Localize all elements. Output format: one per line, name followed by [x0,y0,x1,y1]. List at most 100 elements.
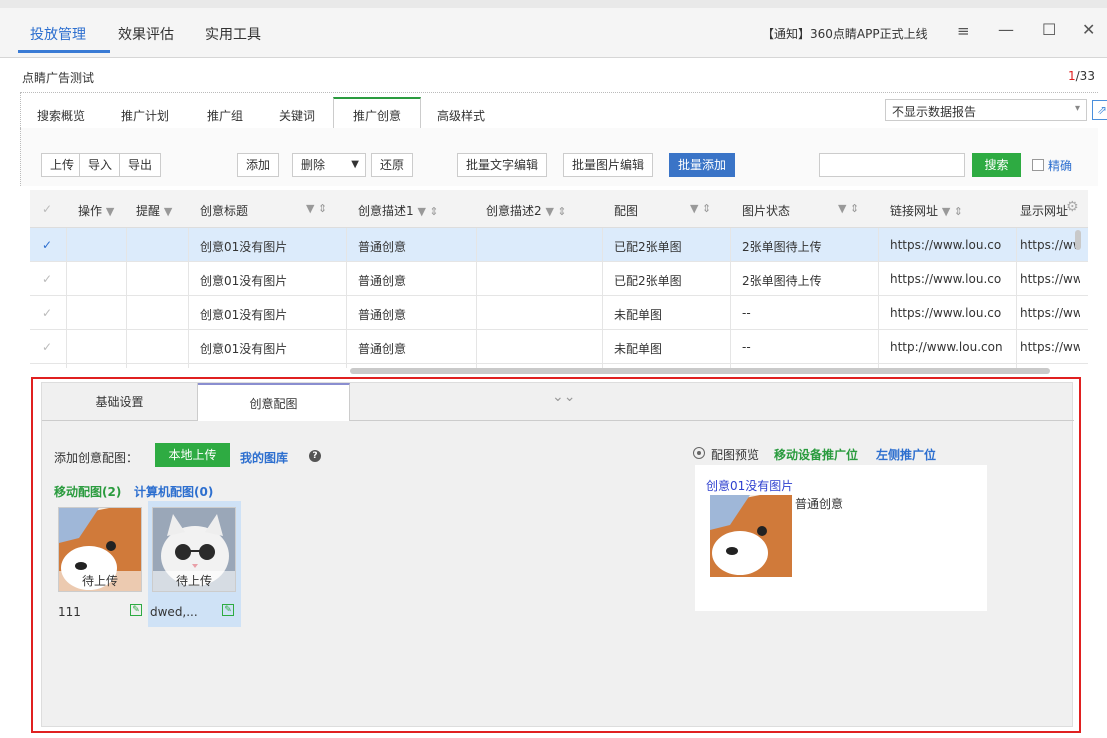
notice-link[interactable]: 【通知】360点睛APP正式上线 [762,25,928,42]
exact-label: 精确 [1048,159,1073,173]
pc-images-tab[interactable]: 计算机配图(0) [134,483,213,500]
tab-search-overview[interactable]: 搜索概览 [37,107,85,124]
gear-icon[interactable]: ⚙ [1066,199,1079,215]
col-link-url[interactable]: 链接网址 ▼ ⇕ [890,202,963,219]
filter-sort-icon: ▼ ⇕ [417,205,439,218]
external-link-icon[interactable]: ⇗ [1092,100,1107,120]
maximize-icon[interactable]: ☐ [1042,20,1056,39]
preview-eye-icon [693,447,705,459]
import-button[interactable]: 导入 [79,153,122,177]
menu-icon[interactable]: ≡ [957,22,970,40]
tab-creatives[interactable]: 推广创意 [333,97,421,130]
menu-item-utility-tools[interactable]: 实用工具 [205,24,261,44]
filter-sort-icon: ▼ ⇕ [545,205,567,218]
tab-divider [42,420,198,421]
col-divider [1016,228,1017,368]
cell-desc1: 普通创意 [358,274,407,288]
row-check-icon[interactable]: ✓ [42,306,52,320]
cell-link: https://www.lou.co [890,306,1002,320]
page-counter: 1/33 [1068,69,1095,83]
col-remind[interactable]: 提醒 ▼ [136,202,172,219]
creative-detail-panel: 基础设置 创意配图 ⌄⌄ 添加创意配图： 本地上传 我的图库 ? 移动配图(2)… [31,377,1081,733]
col-divider [66,228,67,368]
cell-display: https://ww [1020,272,1080,286]
tab-divider [350,420,1074,421]
mobile-images-tab[interactable]: 移动配图(2) [54,483,121,500]
report-select[interactable]: 不显示数据报告 ▾ [885,99,1087,121]
collapse-chevron-icon[interactable]: ⌄⌄ [552,389,575,405]
cell-link: https://www.lou.co [890,272,1002,286]
cell-desc1: 普通创意 [358,240,407,254]
image-thumbnail[interactable]: 待上传 [58,507,142,592]
batch-text-edit-button[interactable]: 批量文字编辑 [457,153,548,177]
col-title[interactable]: 创意标题 [200,202,248,219]
horizontal-scrollbar[interactable] [350,368,1050,374]
col-desc2[interactable]: 创意描述2 ▼ ⇕ [486,202,567,219]
exact-checkbox[interactable] [1032,159,1044,171]
search-button[interactable]: 搜索 [972,153,1021,177]
vertical-scrollbar[interactable] [1075,230,1081,250]
filter-sort-icon[interactable]: ▼ ⇕ [690,202,711,215]
tab-keywords[interactable]: 关键词 [279,107,315,124]
preview-dog-photo-icon [710,495,792,577]
batch-add-button[interactable]: 批量添加 [669,153,736,177]
main-tabs: 搜索概览 推广计划 推广组 关键词 推广创意 高级样式 不显示数据报告 ▾ ⇗ [20,92,1107,130]
filter-icon: ▼ [163,205,173,218]
help-icon[interactable]: ? [309,450,321,462]
tab-advanced-styles[interactable]: 高级样式 [437,107,485,124]
local-upload-button[interactable]: 本地上传 [155,443,230,467]
account-name: 点睛广告测试 [22,71,95,85]
batch-image-edit-button[interactable]: 批量图片编辑 [563,153,654,177]
cell-title: 创意01没有图片 [200,274,288,288]
cell-link: https://www.lou.co [890,238,1002,252]
delete-dropdown[interactable]: 删除 ▼ [292,153,366,177]
select-all-check-icon[interactable]: ✓ [42,202,52,216]
minimize-icon[interactable]: — [998,20,1014,39]
row-check-icon[interactable]: ✓ [42,272,52,286]
my-gallery-link[interactable]: 我的图库 [240,449,288,466]
col-operation[interactable]: 操作 ▼ [78,202,114,219]
preview-label: 配图预览 [711,448,760,462]
cell-display: https://ww [1020,306,1080,320]
panel-body: 基础设置 创意配图 ⌄⌄ 添加创意配图： 本地上传 我的图库 ? 移动配图(2)… [41,382,1074,727]
col-display-url[interactable]: 显示网址 [1020,202,1068,219]
filter-sort-icon[interactable]: ▼ ⇕ [306,202,327,215]
tab-campaigns[interactable]: 推广计划 [121,107,169,124]
col-desc1[interactable]: 创意描述1 ▼ ⇕ [358,202,439,219]
tab-creative-images[interactable]: 创意配图 [198,383,350,421]
filter-icon: ▼ [105,205,115,218]
col-image[interactable]: 配图 [614,202,638,219]
cell-image-status: 2张单图待上传 [742,274,822,288]
preview-mobile-link[interactable]: 移动设备推广位 [774,446,858,463]
image-thumbnail[interactable]: 待上传 [152,507,236,592]
col-divider [346,228,347,368]
restore-button[interactable]: 还原 [371,153,414,177]
export-button[interactable]: 导出 [119,153,162,177]
add-button[interactable]: 添加 [237,153,280,177]
cell-image-status: 2张单图待上传 [742,240,822,254]
cell-title: 创意01没有图片 [200,240,288,254]
preview-left-link[interactable]: 左侧推广位 [876,446,936,463]
search-input[interactable] [819,153,965,177]
table-header: ✓ 操作 ▼ 提醒 ▼ 创意标题 ▼ ⇕ 创意描述1 ▼ ⇕ 创意描述2 ▼ ⇕… [30,190,1088,228]
menu-item-delivery-management[interactable]: 投放管理 [30,24,86,44]
filter-sort-icon[interactable]: ▼ ⇕ [838,202,859,215]
row-check-icon[interactable]: ✓ [42,340,52,354]
top-menu-bar: 投放管理 效果评估 实用工具 【通知】360点睛APP正式上线 ≡ — ☐ ✕ [0,0,1107,58]
edit-icon[interactable]: ✎ [130,604,142,616]
preview-box: 创意01没有图片 普通创意 [695,465,987,611]
cell-image-status: -- [742,340,751,354]
close-icon[interactable]: ✕ [1082,20,1095,39]
row-check-icon[interactable]: ✓ [42,238,52,252]
menu-item-effect-evaluation[interactable]: 效果评估 [118,24,174,44]
preview-desc: 普通创意 [795,497,844,511]
col-image-status[interactable]: 图片状态 [742,202,790,219]
cell-title: 创意01没有图片 [200,342,288,356]
upload-button[interactable]: 上传 [41,153,84,177]
cell-image: 未配单图 [614,342,663,356]
tab-ad-groups[interactable]: 推广组 [207,107,243,124]
image-name: 111 [58,605,81,619]
col-divider [730,228,731,368]
tab-basic-settings[interactable]: 基础设置 [42,383,198,421]
edit-icon[interactable]: ✎ [222,604,234,616]
